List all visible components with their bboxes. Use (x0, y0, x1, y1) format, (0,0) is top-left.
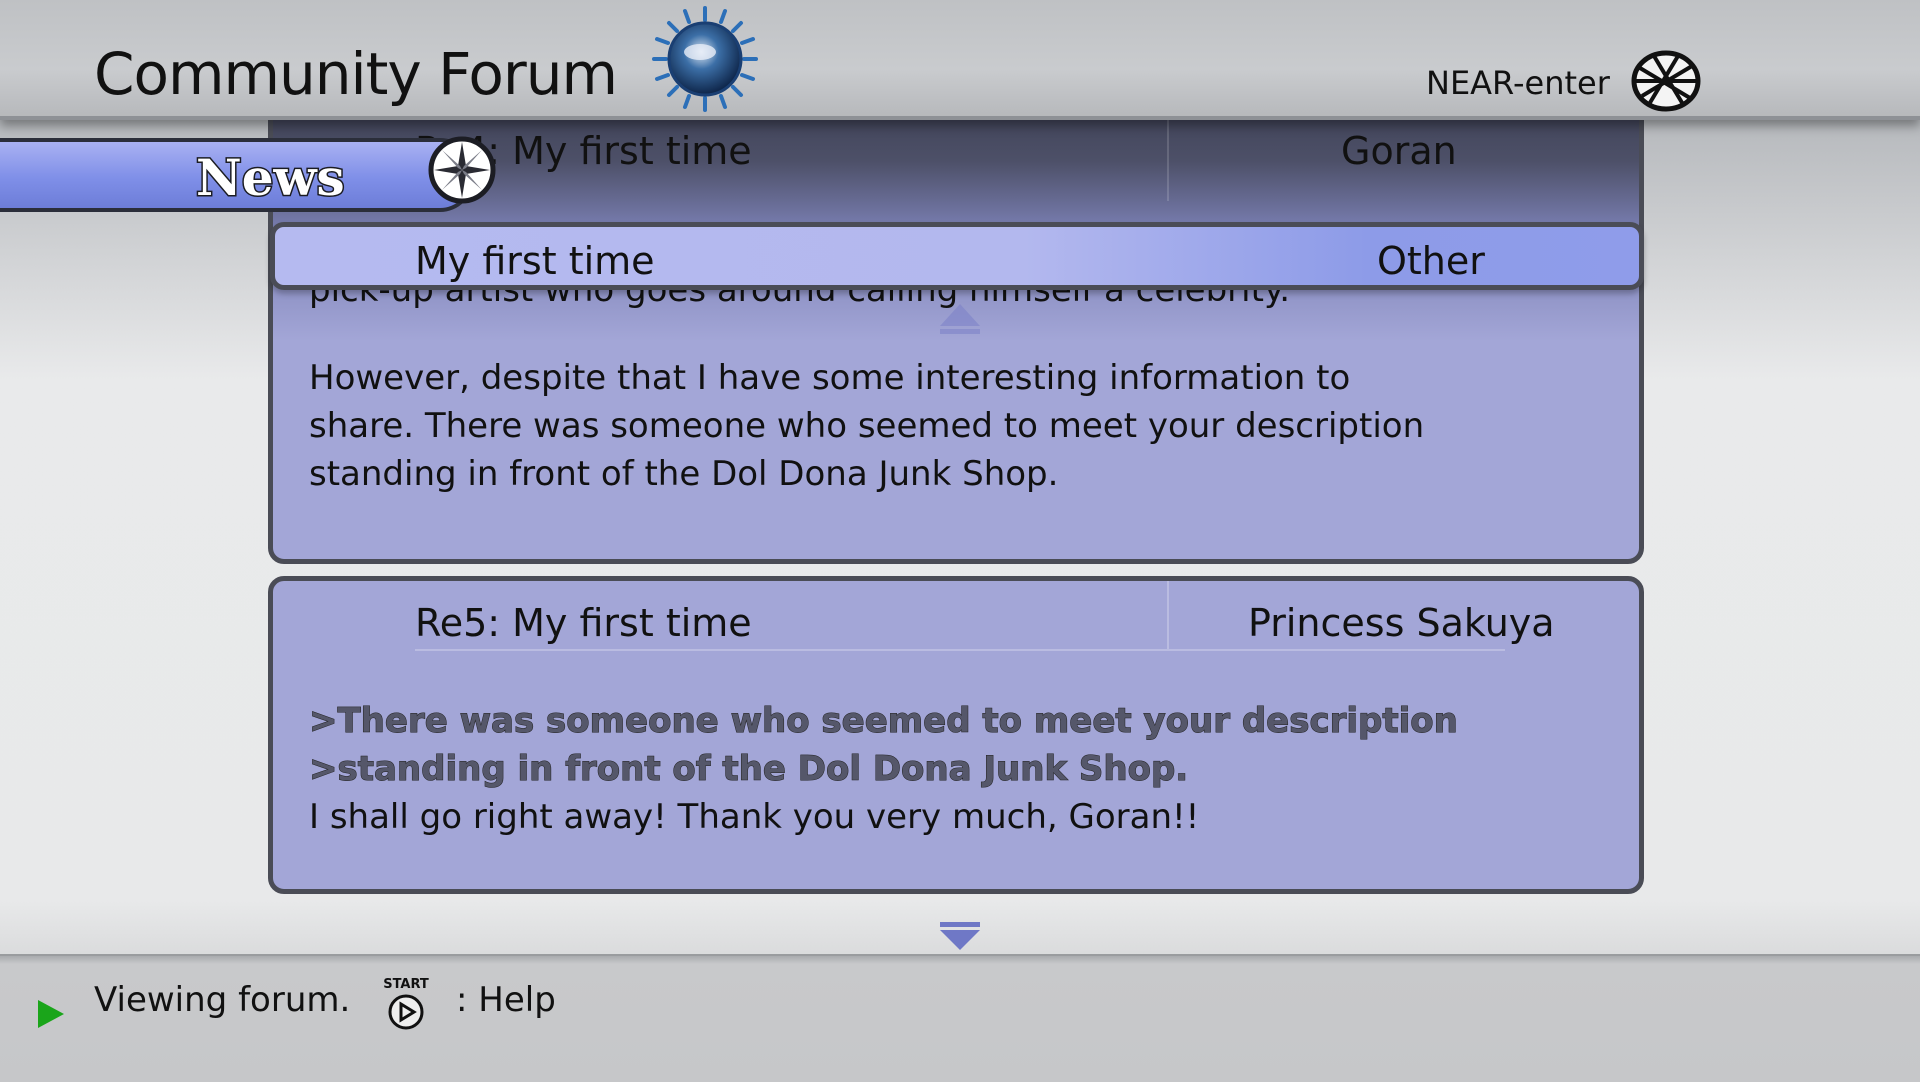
start-button-icon[interactable]: START (380, 974, 432, 1032)
network-globe-icon[interactable] (1630, 50, 1702, 112)
scroll-down-arrow-icon[interactable] (936, 920, 984, 952)
selected-thread-row[interactable]: My first time Other (270, 222, 1644, 290)
compass-icon (428, 136, 496, 204)
post-author: Princess Sakuya (1248, 601, 1555, 645)
post-body-line: I shall go right away! Thank you very mu… (309, 797, 1200, 837)
thread-subject: My first time (415, 239, 655, 283)
help-label: : Help (456, 980, 556, 1020)
tab-news-label: News (195, 147, 347, 209)
post-subject: Re5: My first time (415, 601, 752, 645)
near-enter-label: NEAR-enter (1426, 64, 1610, 102)
post-body-line: share. There was someone who seemed to m… (309, 406, 1425, 446)
post-body-line: standing in front of the Dol Dona Junk S… (309, 454, 1059, 494)
globe-logo-icon (652, 6, 758, 112)
post-header-rule (415, 649, 1505, 651)
scroll-up-arrow-icon[interactable] (936, 300, 984, 336)
page-title: Community Forum (94, 40, 618, 108)
post-body-line: However, despite that I have some intere… (309, 358, 1351, 398)
tab-news[interactable]: News (0, 138, 474, 212)
forum-post-re5[interactable]: Re5: My first time Princess Sakuya >Ther… (268, 576, 1644, 894)
play-arrow-icon (38, 1000, 64, 1028)
start-button-label: START (383, 977, 429, 992)
status-text: Viewing forum. (94, 980, 351, 1020)
thread-category: Other (1377, 239, 1485, 283)
post-quote-line: >standing in front of the Dol Dona Junk … (309, 749, 1189, 790)
header-bar: Community Forum NEAR-enter (0, 0, 1920, 120)
post-quote-line: >There was someone who seemed to meet yo… (309, 701, 1459, 742)
status-bar: Viewing forum. START : Help (0, 954, 1920, 1082)
post-author: Goran (1341, 129, 1457, 173)
post-header-divider (1167, 581, 1169, 649)
post-body: >There was someone who seemed to meet yo… (309, 697, 1569, 841)
post-body-paragraph: However, despite that I have some intere… (309, 354, 1569, 498)
